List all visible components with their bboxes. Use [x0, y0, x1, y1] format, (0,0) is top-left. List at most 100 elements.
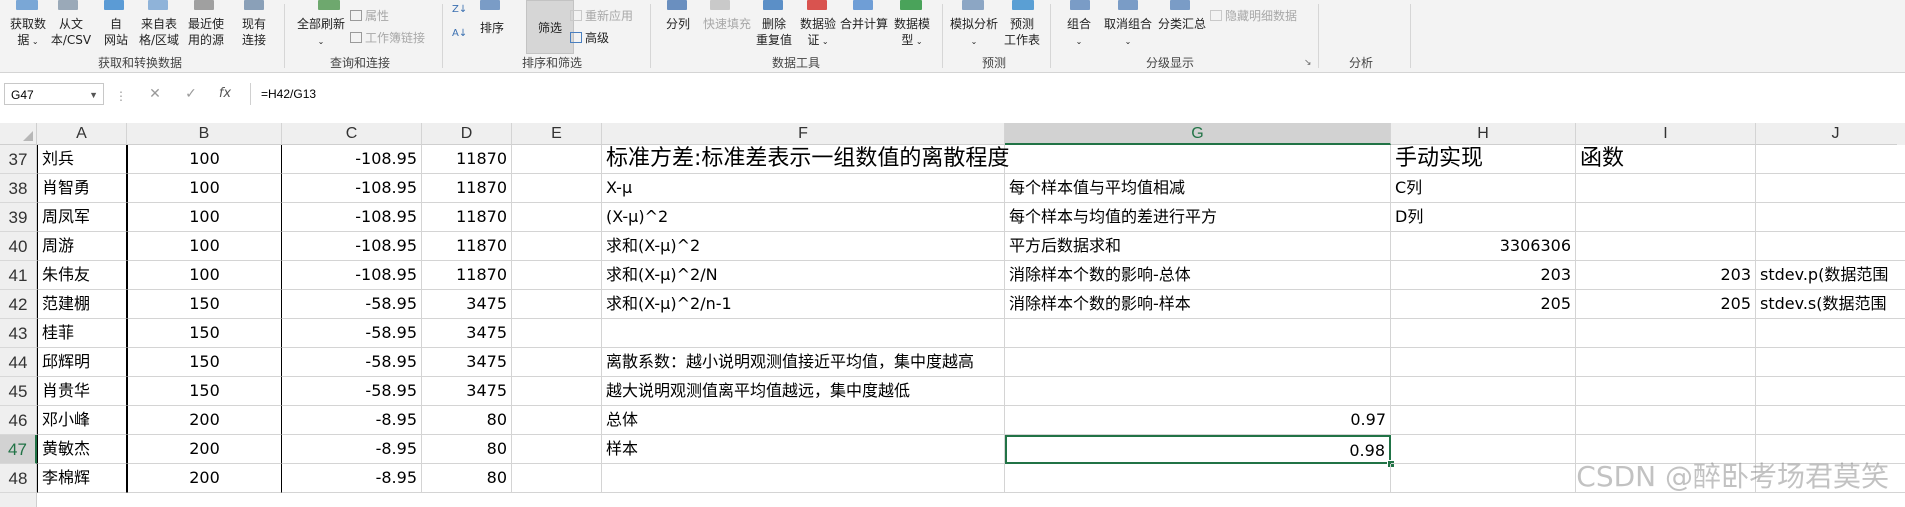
cell-g41[interactable]: 消除样本个数的影响-总体 [1005, 261, 1391, 290]
cell-d41[interactable]: 11870 [422, 261, 512, 290]
formula-input[interactable]: =H42/G13 [250, 83, 1900, 105]
row-header-41[interactable]: 41 [0, 261, 37, 290]
column-header-e[interactable]: E [512, 123, 602, 145]
cell-f42[interactable]: 求和(X-μ)^2/n-1 [602, 290, 1005, 319]
cell-a44[interactable]: 邱辉明 [37, 348, 127, 377]
cell-d40[interactable]: 11870 [422, 232, 512, 261]
cell-e37[interactable] [512, 145, 602, 174]
cell-j40[interactable] [1756, 232, 1905, 261]
column-header-b[interactable]: B [127, 123, 282, 145]
cell-j39[interactable] [1756, 203, 1905, 232]
column-header-g[interactable]: G [1005, 123, 1391, 145]
cell-d38[interactable]: 11870 [422, 174, 512, 203]
column-header-h[interactable]: H [1391, 123, 1576, 145]
enter-icon[interactable]: ✓ [180, 83, 202, 105]
column-header-a[interactable]: A [37, 123, 127, 145]
row-header-40[interactable]: 40 [0, 232, 37, 261]
cell-c45[interactable]: -58.95 [282, 377, 422, 406]
get-data-button[interactable]: 获取数 据 ⌄ [6, 16, 50, 50]
cell-g45[interactable] [1005, 377, 1391, 406]
cell-d44[interactable]: 3475 [422, 348, 512, 377]
cell-b38[interactable]: 100 [127, 174, 282, 203]
cell-h44[interactable] [1391, 348, 1576, 377]
cell-f43[interactable] [602, 319, 1005, 348]
from-web-button[interactable]: 自 网站 [98, 16, 134, 48]
cell-c40[interactable]: -108.95 [282, 232, 422, 261]
advanced-filter-button[interactable]: 高级 [570, 30, 609, 46]
row-header-44[interactable]: 44 [0, 348, 37, 377]
flash-fill-button[interactable]: 快速填充 [700, 16, 754, 32]
cell-b44[interactable]: 150 [127, 348, 282, 377]
cell-a41[interactable]: 朱伟友 [37, 261, 127, 290]
cell-i40[interactable] [1576, 232, 1756, 261]
cell-h40[interactable]: 3306306 [1391, 232, 1576, 261]
cell-a48[interactable]: 李棉辉 [37, 464, 127, 493]
cell-a39[interactable]: 周凤军 [37, 203, 127, 232]
what-if-analysis-button[interactable]: 模拟分析 ⌄ [946, 16, 1002, 50]
recent-sources-button[interactable]: 最近使 用的源 [184, 16, 228, 48]
cell-i43[interactable] [1576, 319, 1756, 348]
select-all-button[interactable] [0, 123, 37, 145]
cell-b39[interactable]: 100 [127, 203, 282, 232]
cell-c41[interactable]: -108.95 [282, 261, 422, 290]
cell-c47[interactable]: -8.95 [282, 435, 422, 464]
cell-a43[interactable]: 桂菲 [37, 319, 127, 348]
cell-i45[interactable] [1576, 377, 1756, 406]
cell-f47[interactable]: 样本 [602, 435, 1005, 464]
column-header-i[interactable]: I [1576, 123, 1756, 145]
cell-a45[interactable]: 肖贵华 [37, 377, 127, 406]
cell-c39[interactable]: -108.95 [282, 203, 422, 232]
cell-b47[interactable]: 200 [127, 435, 282, 464]
workbook-links-button[interactable]: 工作簿链接 [350, 30, 425, 46]
cell-e45[interactable] [512, 377, 602, 406]
cell-f44[interactable]: 离散系数：越小说明观测值接近平均值，集中度越高 [602, 348, 1005, 377]
row-header-47[interactable]: 47 [0, 435, 37, 464]
cell-g48[interactable] [1005, 464, 1391, 493]
cell-a38[interactable]: 肖智勇 [37, 174, 127, 203]
more-options-icon[interactable]: ⋮ [115, 89, 127, 103]
cell-d46[interactable]: 80 [422, 406, 512, 435]
cell-f40[interactable]: 求和(X-μ)^2 [602, 232, 1005, 261]
cell-i42[interactable]: 205 [1576, 290, 1756, 319]
active-cell[interactable]: 0.98 [1005, 435, 1391, 464]
refresh-all-button[interactable]: 全部刷新 ⌄ [290, 16, 352, 50]
column-header-c[interactable]: C [282, 123, 422, 145]
cell-i44[interactable] [1576, 348, 1756, 377]
cell-d43[interactable]: 3475 [422, 319, 512, 348]
row-header-42[interactable]: 42 [0, 290, 37, 319]
cell-d48[interactable]: 80 [422, 464, 512, 493]
cell-h45[interactable] [1391, 377, 1576, 406]
cell-e48[interactable] [512, 464, 602, 493]
consolidate-button[interactable]: 合并计算 [838, 16, 890, 32]
column-header-j[interactable]: J [1756, 123, 1905, 145]
cell-g42[interactable]: 消除样本个数的影响-样本 [1005, 290, 1391, 319]
cell-j46[interactable] [1756, 406, 1905, 435]
cell-c43[interactable]: -58.95 [282, 319, 422, 348]
cell-d39[interactable]: 11870 [422, 203, 512, 232]
cell-f46[interactable]: 总体 [602, 406, 1005, 435]
cell-i38[interactable] [1576, 174, 1756, 203]
data-validation-button[interactable]: 数据验 证 ⌄ [796, 16, 840, 50]
cell-g38[interactable]: 每个样本值与平均值相减 [1005, 174, 1391, 203]
cell-a46[interactable]: 邓小峰 [37, 406, 127, 435]
existing-connections-button[interactable]: 现有 连接 [236, 16, 272, 48]
cell-e42[interactable] [512, 290, 602, 319]
cell-e43[interactable] [512, 319, 602, 348]
cell-a37[interactable]: 刘兵 [37, 145, 127, 174]
cell-a42[interactable]: 范建棚 [37, 290, 127, 319]
cell-g43[interactable] [1005, 319, 1391, 348]
name-box[interactable]: G47 ▼ [4, 83, 104, 105]
data-model-button[interactable]: 数据模 型 ⌄ [890, 16, 934, 50]
cell-h48[interactable] [1391, 464, 1576, 493]
cell-g44[interactable] [1005, 348, 1391, 377]
text-to-columns-button[interactable]: 分列 [656, 16, 700, 32]
cell-a47[interactable]: 黄敏杰 [37, 435, 127, 464]
cell-f38[interactable]: X-μ [602, 174, 1005, 203]
cell-h41[interactable]: 203 [1391, 261, 1576, 290]
cell-b41[interactable]: 100 [127, 261, 282, 290]
row-header-48[interactable]: 48 [0, 464, 37, 493]
cell-c38[interactable]: -108.95 [282, 174, 422, 203]
ungroup-button[interactable]: 取消组合 ⌄ [1100, 16, 1156, 50]
cell-j45[interactable] [1756, 377, 1905, 406]
filter-button[interactable]: 筛选 [526, 20, 574, 36]
